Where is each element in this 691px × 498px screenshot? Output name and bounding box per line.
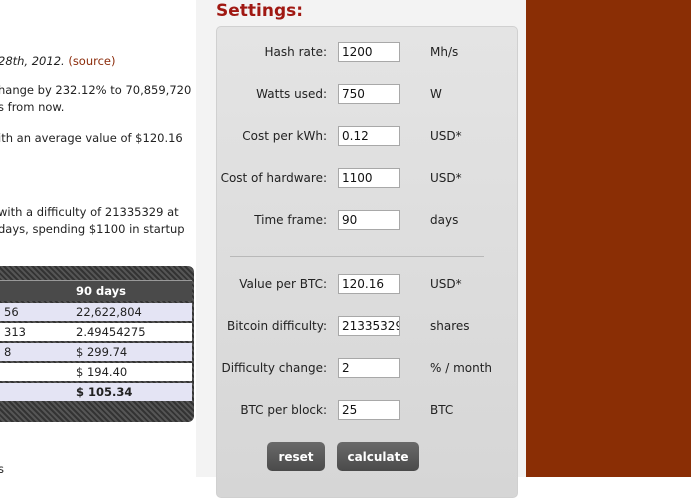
field-cost-per-kwh: Cost per kWh: USD* <box>217 126 517 148</box>
text-line: ith an average value of $120.16 <box>0 131 183 145</box>
article-paragraph-difficulty: hange by 232.12% to 70,859,720 s from now… <box>0 82 191 116</box>
field-label: BTC per block: <box>240 403 327 417</box>
bitcoin-difficulty-input[interactable] <box>338 316 400 336</box>
field-label: Difficulty change: <box>221 361 327 375</box>
field-cost-of-hardware: Cost of hardware: USD* <box>217 168 517 190</box>
article-date-line: 28th, 2012. (source) <box>0 53 116 70</box>
table-cell: 22,622,804 <box>72 303 192 321</box>
field-label: Cost per kWh: <box>242 129 327 143</box>
field-hash-rate: Hash rate: Mh/s <box>217 42 517 64</box>
table-cell: 56 <box>0 303 72 321</box>
field-label: Bitcoin difficulty: <box>226 319 327 333</box>
article-column: 28th, 2012. (source) hange by 232.12% to… <box>0 0 196 477</box>
field-label: Value per BTC: <box>239 277 327 291</box>
text-line: days, spending $1100 in startup <box>0 222 185 236</box>
settings-divider <box>230 256 484 257</box>
table-header-cell <box>0 280 72 301</box>
text-line: s from now. <box>0 100 65 114</box>
table-header-cell: 90 days <box>72 280 192 301</box>
time-frame-input[interactable] <box>338 210 400 230</box>
field-bitcoin-difficulty: Bitcoin difficulty: shares <box>217 316 517 338</box>
field-unit: USD* <box>430 277 462 291</box>
text-line: hange by 232.12% to 70,859,720 <box>0 83 192 97</box>
field-unit: USD* <box>430 129 462 143</box>
table-cell: 313 <box>0 323 72 341</box>
cost-per-kwh-input[interactable] <box>338 126 400 146</box>
btc-per-block-input[interactable] <box>338 400 400 420</box>
value-per-btc-input[interactable] <box>338 274 400 294</box>
field-label: Time frame: <box>254 213 327 227</box>
settings-column: Settings: Hash rate: Mh/s Watts used: W … <box>196 0 526 498</box>
table-cell: $ 299.74 <box>72 343 192 361</box>
field-unit: USD* <box>430 171 462 185</box>
field-label: Cost of hardware: <box>220 171 327 185</box>
field-unit: % / month <box>430 361 493 375</box>
text-line: with a difficulty of 21335329 at <box>0 205 179 219</box>
article-trailing-text: s <box>0 461 4 477</box>
watts-used-input[interactable] <box>338 84 400 104</box>
field-unit: W <box>430 87 442 101</box>
field-difficulty-change: Difficulty change: % / month <box>217 358 517 380</box>
difficulty-change-input[interactable] <box>338 358 400 378</box>
results-table-frame: 90 days 56 22,622,804 313 2.49454275 8 $… <box>0 266 194 422</box>
table-row: $ 105.34 <box>0 383 192 401</box>
cost-of-hardware-input[interactable] <box>338 168 400 188</box>
table-cell: $ 194.40 <box>72 363 192 381</box>
field-value-per-btc: Value per BTC: USD* <box>217 274 517 296</box>
field-label: Watts used: <box>256 87 327 101</box>
table-cell <box>0 363 72 381</box>
results-table: 90 days 56 22,622,804 313 2.49454275 8 $… <box>0 278 192 403</box>
reset-button[interactable]: reset <box>267 442 325 471</box>
right-sidebar-background <box>526 0 691 477</box>
calculate-button[interactable]: calculate <box>337 442 419 471</box>
article-paragraph-summary: with a difficulty of 21335329 at days, sp… <box>0 204 185 238</box>
field-unit: shares <box>430 319 470 333</box>
field-unit: days <box>430 213 459 227</box>
article-date: 28th, 2012. <box>0 54 65 68</box>
field-unit: Mh/s <box>430 45 459 59</box>
field-time-frame: Time frame: days <box>217 210 517 232</box>
field-btc-per-block: BTC per block: BTC <box>217 400 517 422</box>
settings-panel: Hash rate: Mh/s Watts used: W Cost per k… <box>216 26 518 498</box>
table-row: 56 22,622,804 <box>0 303 192 321</box>
table-row: 8 $ 299.74 <box>0 343 192 361</box>
field-watts-used: Watts used: W <box>217 84 517 106</box>
field-label: Hash rate: <box>264 45 327 59</box>
hash-rate-input[interactable] <box>338 42 400 62</box>
text-line: s <box>0 462 4 476</box>
table-header-row: 90 days <box>0 280 192 301</box>
table-row: $ 194.40 <box>0 363 192 381</box>
article-paragraph-value: ith an average value of $120.16 <box>0 130 183 147</box>
field-unit: BTC <box>430 403 454 417</box>
table-cell: 8 <box>0 343 72 361</box>
settings-heading: Settings: <box>216 1 304 21</box>
table-row: 313 2.49454275 <box>0 323 192 341</box>
source-link[interactable]: (source) <box>68 54 115 68</box>
table-cell <box>0 383 72 401</box>
table-cell-profit: $ 105.34 <box>72 383 192 401</box>
table-cell: 2.49454275 <box>72 323 192 341</box>
